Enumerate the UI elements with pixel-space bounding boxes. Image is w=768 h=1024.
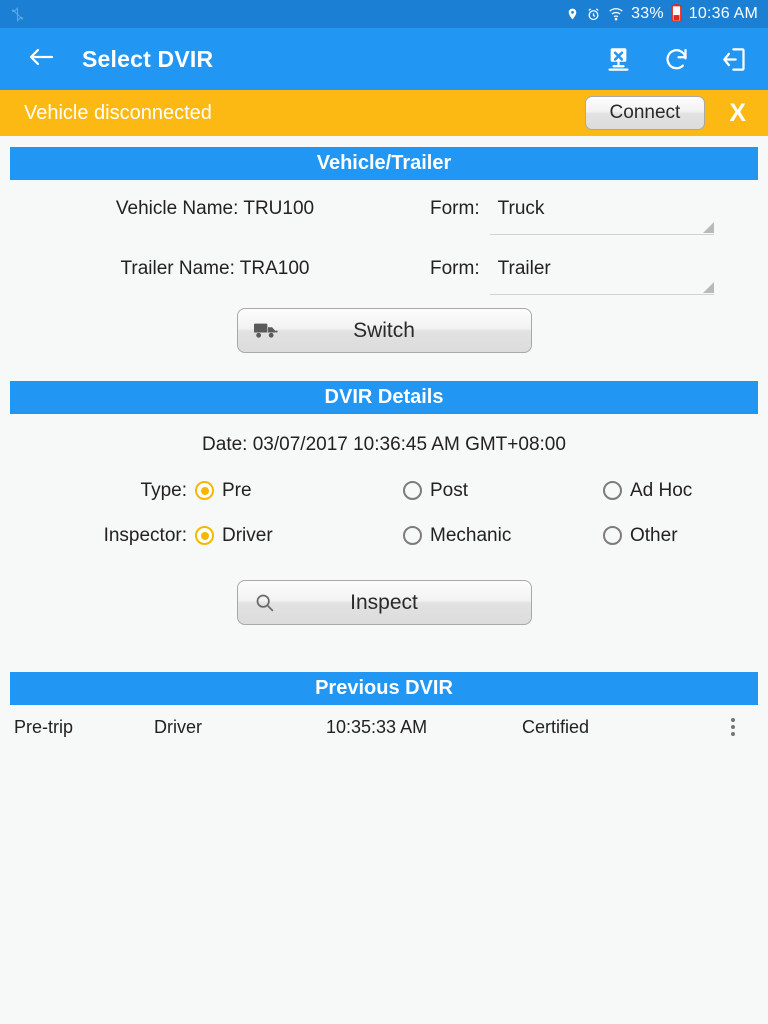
switch-button-label: Switch xyxy=(353,318,415,342)
dvir-time-cell: 10:35:33 AM xyxy=(326,716,428,737)
radio-option-driver[interactable]: Driver xyxy=(195,525,403,547)
trailer-form-label: Form: xyxy=(430,258,480,279)
app-bar: Select DVIR xyxy=(0,28,768,90)
radio-adhoc-indicator xyxy=(603,481,622,500)
truck-icon xyxy=(253,322,278,340)
back-button[interactable] xyxy=(26,44,56,74)
dvir-inspector-cell: Driver xyxy=(154,716,202,737)
alarm-clock-icon xyxy=(586,7,601,22)
status-bar-left xyxy=(10,6,25,22)
dvir-type-cell: Pre-trip xyxy=(14,716,74,737)
radio-driver-label: Driver xyxy=(222,524,273,546)
app-bar-actions xyxy=(602,43,750,75)
table-row[interactable]: Pre-trip Driver 10:35:33 AM Certified xyxy=(0,705,768,749)
trailer-form-group: Form: Trailer xyxy=(430,240,714,295)
status-bar-right: 33% 10:36 AM xyxy=(566,3,758,25)
vehicle-row: Vehicle Name: TRU100 Form: Truck xyxy=(0,180,768,240)
inspector-radio-row: Inspector: Driver Mechanic Other xyxy=(0,513,768,558)
disconnect-device-icon[interactable] xyxy=(602,43,634,75)
inspect-button-container: Inspect xyxy=(0,558,768,625)
overflow-menu-icon[interactable] xyxy=(720,718,746,736)
type-radio-row: Type: Pre Post Ad Hoc xyxy=(0,468,768,513)
switch-button[interactable]: Switch xyxy=(236,308,532,353)
location-pin-icon xyxy=(566,6,579,22)
battery-low-icon xyxy=(671,3,682,25)
section-header-previous-dvir: Previous DVIR xyxy=(10,672,758,705)
back-arrow-icon xyxy=(28,46,54,73)
main-content: Vehicle/Trailer Vehicle Name: TRU100 For… xyxy=(0,147,768,749)
radio-option-pre[interactable]: Pre xyxy=(195,480,403,502)
status-bar: 33% 10:36 AM xyxy=(0,0,768,28)
banner-message: Vehicle disconnected xyxy=(24,101,212,124)
radio-mechanic-label: Mechanic xyxy=(430,524,512,546)
radio-other-label: Other xyxy=(630,524,678,546)
vehicle-form-label: Form: xyxy=(430,198,480,219)
dvir-date-label: Date: 03/07/2017 10:36:45 AM GMT+08:00 xyxy=(202,434,566,455)
bluetooth-share-icon xyxy=(10,6,25,22)
radio-mechanic-indicator xyxy=(403,526,422,545)
vehicle-form-spinner[interactable]: Truck xyxy=(489,196,714,235)
banner-close-button[interactable]: X xyxy=(723,99,752,128)
radio-pre-indicator xyxy=(195,481,214,500)
radio-option-other[interactable]: Other xyxy=(603,525,678,547)
section-header-vehicle-trailer: Vehicle/Trailer xyxy=(10,147,758,180)
refresh-icon[interactable] xyxy=(660,43,692,75)
banner-actions: Connect X xyxy=(584,96,752,130)
inspect-button-label: Inspect xyxy=(350,590,418,614)
vehicle-name-label: Vehicle Name: TRU100 xyxy=(115,198,315,219)
trailer-name-label: Trailer Name: TRA100 xyxy=(120,258,310,279)
inspect-button[interactable]: Inspect xyxy=(236,580,532,625)
radio-option-post[interactable]: Post xyxy=(403,480,603,502)
radio-post-label: Post xyxy=(430,479,469,501)
connect-button[interactable]: Connect xyxy=(584,96,706,130)
radio-driver-indicator xyxy=(195,526,214,545)
battery-percent-label: 33% xyxy=(631,5,664,22)
status-time-label: 10:36 AM xyxy=(688,5,758,22)
radio-option-mechanic[interactable]: Mechanic xyxy=(403,525,603,547)
radio-adhoc-label: Ad Hoc xyxy=(630,479,693,501)
type-label: Type: xyxy=(140,479,187,501)
wifi-icon xyxy=(608,7,624,21)
vehicle-form-group: Form: Truck xyxy=(430,180,714,235)
trailer-form-spinner[interactable]: Trailer xyxy=(489,256,714,295)
search-icon xyxy=(254,592,275,613)
radio-pre-label: Pre xyxy=(222,479,252,501)
radio-option-adhoc[interactable]: Ad Hoc xyxy=(603,480,692,502)
page-title: Select DVIR xyxy=(82,45,214,72)
section-header-dvir-details: DVIR Details xyxy=(10,381,758,414)
trailer-row: Trailer Name: TRA100 Form: Trailer xyxy=(0,240,768,300)
radio-other-indicator xyxy=(603,526,622,545)
dvir-status-cell: Certified xyxy=(522,716,590,737)
radio-post-indicator xyxy=(403,481,422,500)
logout-icon[interactable] xyxy=(718,43,750,75)
vehicle-disconnected-banner: Vehicle disconnected Connect X xyxy=(0,90,768,136)
inspector-label: Inspector: xyxy=(103,524,187,546)
switch-button-container: Switch xyxy=(0,300,768,353)
